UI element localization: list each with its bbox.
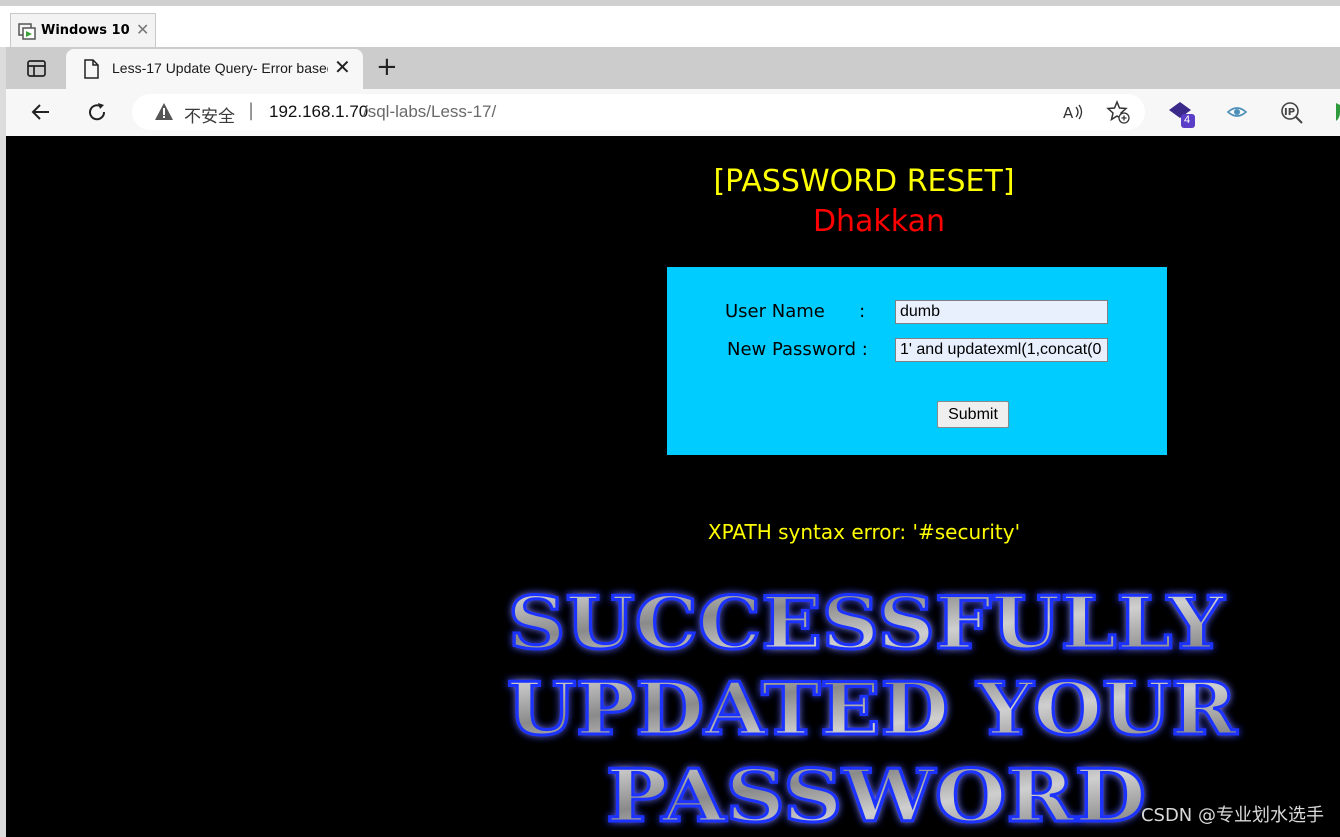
new-tab-button[interactable]: + [376,52,398,82]
password-reset-form: User Name : New Password : Submit [667,267,1167,455]
vm-tab-label: Windows 10 [41,23,130,38]
url-path: /sql-labs/Less-17/ [363,102,497,121]
page-content: [PASSWORD RESET] Dhakkan User Name : New… [6,136,1340,837]
username-input[interactable] [895,300,1108,324]
username-label: User Name : [725,301,866,322]
browser-tab-active[interactable]: Less-17 Update Query- Error based ✕ [66,49,363,89]
vm-icon [18,23,36,40]
read-aloud-icon[interactable]: A [1062,101,1084,123]
tab-actions-icon[interactable] [26,58,48,80]
eye-extension-icon[interactable] [1226,102,1248,122]
shield-extension-icon[interactable] [1332,102,1340,122]
security-label[interactable]: 不安全 [184,102,235,127]
page-subtitle: Dhakkan [812,204,946,239]
svg-text:IP: IP [1284,107,1295,118]
page-icon [84,59,99,79]
password-label: New Password : [727,339,868,360]
success-banner: SUCCESSFULLY UPDATED YOUR PASSWORD [506,579,1240,837]
vm-tab-close-icon[interactable]: ✕ [136,20,149,39]
vm-tab-strip [0,0,1340,47]
address-bar[interactable]: 不安全 | 192.168.1.70 /sql-labs/Less-17/ A [132,94,1145,130]
new-password-input[interactable] [895,338,1108,362]
refresh-icon[interactable] [85,100,109,124]
warning-icon [155,103,173,120]
vm-tab[interactable]: Windows 10 ✕ [10,13,156,47]
page-title: [PASSWORD RESET] [713,164,1015,199]
tab-close-icon[interactable]: ✕ [334,55,351,79]
back-icon[interactable] [29,100,53,124]
error-message: XPATH syntax error: '#security' [707,520,1021,544]
submit-button[interactable]: Submit [937,401,1009,428]
banner-line-1: SUCCESSFULLY [508,580,1226,665]
url-host: 192.168.1.70 [269,102,369,121]
add-favorite-icon[interactable] [1106,100,1130,124]
browser-tab-title: Less-17 Update Query- Error based [112,60,328,76]
svg-text:A: A [1063,104,1074,122]
ip-extension-icon[interactable]: IP [1279,100,1305,126]
banner-line-3: PASSWORD [606,753,1146,837]
address-separator: | [248,100,255,121]
extension-badge: 4 [1184,114,1191,126]
watermark: CSDN @专业划水选手 [1140,805,1324,826]
banner-line-2: UPDATED YOUR [507,666,1238,751]
